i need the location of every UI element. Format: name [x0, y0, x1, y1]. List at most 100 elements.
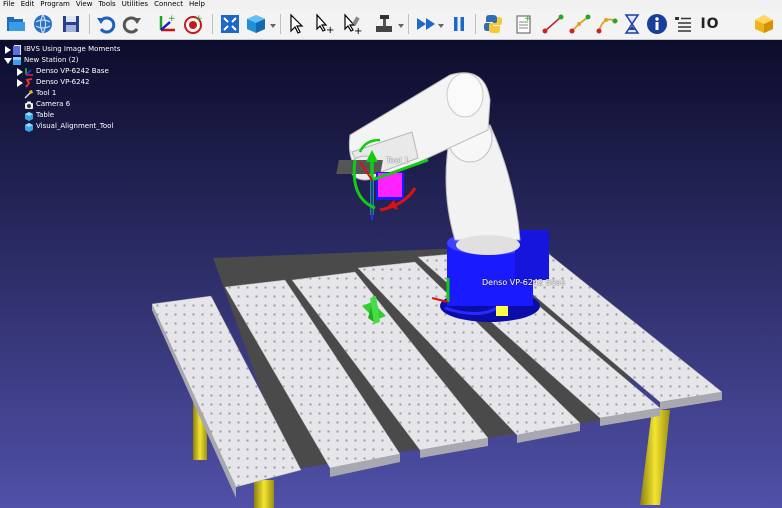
pause-icon — [454, 17, 464, 31]
new-document-icon: + — [516, 14, 532, 34]
station-icon — [13, 56, 21, 65]
tree-item-label: Denso VP-6242 — [36, 78, 90, 86]
python-icon — [484, 15, 502, 33]
robot-icon — [25, 77, 33, 88]
move-joint-button[interactable] — [541, 12, 565, 36]
3d-scene[interactable] — [0, 40, 782, 508]
select-button[interactable] — [285, 12, 309, 36]
tree-item-camera[interactable]: Camera 6 — [24, 99, 70, 110]
svg-text:+: + — [326, 25, 334, 35]
expand-icon[interactable] — [4, 45, 12, 55]
fast-forward-icon — [417, 18, 435, 30]
fit-all-button[interactable] — [218, 12, 242, 36]
expand-icon[interactable] — [16, 78, 24, 88]
undo-button[interactable] — [94, 12, 118, 36]
view-mode-button[interactable] — [244, 12, 268, 36]
redo-icon — [122, 16, 141, 34]
tree-item-label: Visual_Alignment_Tool — [36, 122, 114, 130]
online-library-button[interactable] — [31, 12, 55, 36]
tree-item-tool[interactable]: Tool 1 — [24, 88, 56, 99]
info-button[interactable] — [645, 12, 669, 36]
select-feature-button[interactable]: + — [312, 12, 336, 36]
frame-icon — [25, 67, 33, 76]
robot-label: Denso VP-6242 — [482, 278, 544, 287]
object-icon — [25, 111, 33, 121]
joint-move-icon — [542, 14, 564, 34]
svg-text:+: + — [354, 26, 362, 35]
circular-move-icon — [596, 18, 618, 34]
tool-1-label: Tool 1 — [386, 156, 410, 165]
toolbar-separator — [89, 14, 90, 34]
io-label: IO — [700, 16, 720, 32]
camera-icon — [25, 101, 33, 109]
select-tool-button[interactable]: + — [340, 12, 364, 36]
program-call-button[interactable] — [671, 12, 695, 36]
document-icon — [13, 44, 21, 55]
tool-icon — [24, 89, 33, 99]
reference-frame-icon: + — [159, 14, 176, 32]
cursor-arrow-icon — [290, 13, 304, 34]
collapse-icon[interactable] — [4, 56, 12, 66]
3d-viewport[interactable]: Tool 1 Denso VP-6242 Base Denso VP-6242 — [0, 40, 782, 508]
tree-item-label: New Station (2) — [24, 56, 79, 64]
tree-item-station[interactable]: New Station (2) — [4, 55, 79, 66]
add-target-button[interactable]: + — [181, 12, 205, 36]
floppy-disk-icon — [63, 16, 79, 32]
tree-item-program[interactable]: IBVS Using Image Moments — [4, 44, 120, 55]
chevron-down-icon[interactable] — [438, 23, 444, 29]
tree-item-label: Table — [36, 111, 55, 119]
add-program-button[interactable]: + — [512, 12, 536, 36]
tree-item-visual-alignment-tool[interactable]: Visual_Alignment_Tool — [24, 121, 113, 132]
python-script-button[interactable] — [481, 12, 505, 36]
cursor-feature-icon: + — [316, 13, 334, 35]
toolbar-separator — [280, 14, 281, 34]
menu-connect[interactable]: Connect — [151, 0, 186, 9]
menu-utilities[interactable]: Utilities — [119, 0, 151, 9]
target-icon: + — [184, 14, 203, 34]
tree-item-robot[interactable]: Denso VP-6242 — [16, 77, 89, 88]
chevron-down-icon[interactable] — [270, 23, 276, 29]
tree-item-label: Denso VP-6242 Base — [36, 67, 109, 75]
toolbar-separator — [212, 14, 213, 34]
tree-item-table[interactable]: Table — [24, 110, 54, 121]
package-icon — [755, 15, 773, 33]
pause-button[interactable] — [447, 12, 471, 36]
menu-edit[interactable]: Edit — [18, 0, 38, 9]
move-object-button[interactable] — [372, 12, 396, 36]
io-button[interactable]: IO — [697, 12, 723, 36]
object-icon — [25, 122, 33, 132]
menu-view[interactable]: View — [73, 0, 96, 9]
toolbar-separator — [408, 14, 409, 34]
redo-button[interactable] — [120, 12, 144, 36]
fit-view-icon — [221, 15, 239, 33]
hourglass-icon — [624, 14, 640, 34]
menu-tools[interactable]: Tools — [95, 0, 118, 9]
move-linear-button[interactable] — [568, 12, 592, 36]
joystick-icon — [376, 15, 392, 32]
add-reference-frame-button[interactable]: + — [155, 12, 179, 36]
chevron-down-icon[interactable] — [398, 23, 404, 29]
menu-help[interactable]: Help — [186, 0, 208, 9]
folder-open-icon — [7, 17, 25, 31]
toolbar: + + + + + IO — [0, 9, 782, 40]
move-circular-button[interactable] — [595, 12, 619, 36]
cube-icon — [247, 15, 265, 33]
globe-icon — [34, 14, 52, 34]
svg-text:+: + — [524, 14, 532, 24]
svg-text:+: + — [168, 14, 176, 24]
program-list-icon — [675, 17, 691, 32]
tree-item-robot-base[interactable]: Denso VP-6242 Base — [16, 66, 109, 77]
pause-instruction-button[interactable] — [620, 12, 644, 36]
tree-item-label: Tool 1 — [36, 89, 57, 97]
open-station-button[interactable] — [4, 12, 28, 36]
add-ons-button[interactable] — [752, 12, 776, 36]
expand-icon[interactable] — [16, 67, 24, 77]
menu-file[interactable]: File — [0, 0, 18, 9]
save-button[interactable] — [59, 12, 83, 36]
run-program-button[interactable] — [414, 12, 438, 36]
info-icon — [647, 14, 667, 34]
menu-bar: File Edit Program View Tools Utilities C… — [0, 0, 782, 9]
menu-program[interactable]: Program — [37, 0, 73, 9]
svg-text:+: + — [195, 14, 203, 24]
undo-icon — [97, 16, 116, 34]
